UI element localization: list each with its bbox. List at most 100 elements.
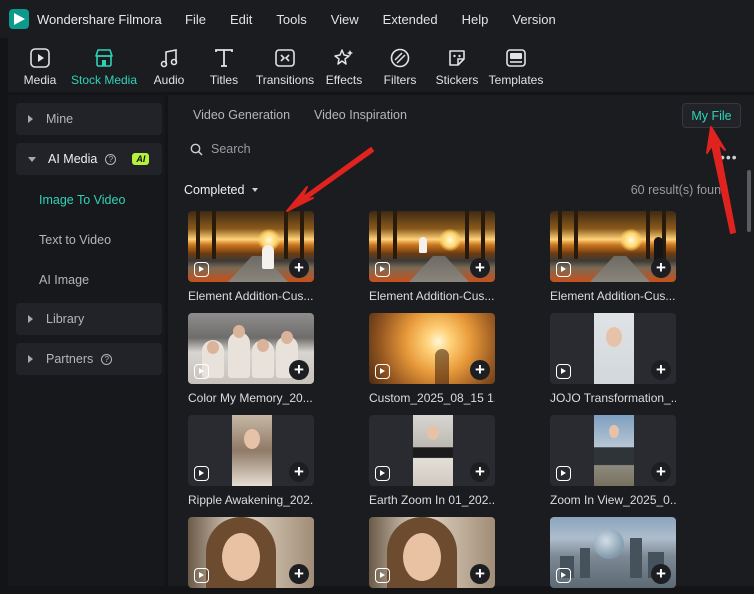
titles-icon	[212, 46, 236, 70]
title-bar: Wondershare Filmora File Edit Tools View…	[0, 0, 754, 38]
video-type-icon	[375, 568, 390, 583]
add-to-timeline-button[interactable]: +	[651, 462, 671, 482]
menu-version[interactable]: Version	[512, 12, 555, 27]
sidebar-item-ai-media[interactable]: AI Media ? AI	[16, 143, 162, 175]
card-title: JOJO Transformation_...	[550, 391, 676, 405]
sidebar-item-partners[interactable]: Partners ?	[16, 343, 162, 375]
filters-icon	[388, 46, 412, 70]
video-thumbnail[interactable]: +	[369, 517, 495, 588]
video-type-icon	[194, 466, 209, 481]
card-title: Element Addition-Cus...	[369, 289, 495, 303]
add-to-timeline-button[interactable]: +	[289, 360, 309, 380]
caret-right-icon	[28, 115, 33, 123]
media-card[interactable]: +	[550, 517, 676, 588]
tool-stickers[interactable]: Stickers	[435, 38, 479, 92]
scrollbar-thumb[interactable]	[747, 170, 751, 232]
video-type-icon	[194, 568, 209, 583]
video-thumbnail[interactable]: +	[369, 211, 495, 282]
sidebar-item-mine[interactable]: Mine	[16, 103, 162, 135]
video-type-icon	[194, 364, 209, 379]
add-to-timeline-button[interactable]: +	[470, 258, 490, 278]
menu-file[interactable]: File	[185, 12, 206, 27]
add-to-timeline-button[interactable]: +	[470, 462, 490, 482]
video-thumbnail[interactable]: +	[550, 517, 676, 588]
media-card[interactable]: +	[188, 517, 314, 588]
add-to-timeline-button[interactable]: +	[289, 462, 309, 482]
chevron-down-icon	[252, 188, 259, 192]
result-count: 60 result(s) found	[630, 183, 728, 197]
tool-templates[interactable]: Templates	[488, 38, 544, 92]
video-thumbnail[interactable]: +	[369, 313, 495, 384]
card-title: Earth Zoom In 01_202...	[369, 493, 495, 507]
video-thumbnail[interactable]: +	[550, 415, 676, 486]
video-thumbnail[interactable]: +	[369, 415, 495, 486]
tool-audio[interactable]: Audio	[150, 38, 188, 92]
caret-right-icon	[28, 355, 33, 363]
tool-transitions[interactable]: Transitions	[255, 38, 315, 92]
add-to-timeline-button[interactable]: +	[651, 258, 671, 278]
media-card[interactable]: + Custom_2025_08_15 1...	[369, 313, 495, 405]
video-thumbnail[interactable]: +	[550, 211, 676, 282]
sidebar-item-library[interactable]: Library	[16, 303, 162, 335]
video-type-icon	[375, 262, 390, 277]
tool-media[interactable]: Media	[20, 38, 60, 92]
search-input[interactable]	[211, 142, 411, 156]
menu-help[interactable]: Help	[462, 12, 489, 27]
stickers-icon	[445, 46, 469, 70]
tool-filters[interactable]: Filters	[382, 38, 418, 92]
more-options-icon[interactable]: •••	[720, 149, 738, 165]
status-filter-dropdown[interactable]: Completed	[184, 183, 259, 197]
video-type-icon	[556, 568, 571, 583]
video-type-icon	[556, 466, 571, 481]
media-card[interactable]: + JOJO Transformation_...	[550, 313, 676, 405]
help-icon[interactable]: ?	[101, 353, 113, 365]
media-card[interactable]: + Color My Memory_20...	[188, 313, 314, 405]
menu-view[interactable]: View	[331, 12, 359, 27]
sidebar-item-image-to-video[interactable]: Image To Video	[39, 193, 125, 207]
search-icon	[190, 143, 203, 156]
media-card[interactable]: + Element Addition-Cus...	[369, 211, 495, 303]
sidebar-item-ai-image[interactable]: AI Image	[39, 273, 89, 287]
add-to-timeline-button[interactable]: +	[289, 258, 309, 278]
video-type-icon	[556, 262, 571, 277]
add-to-timeline-button[interactable]: +	[651, 564, 671, 584]
menu-tools[interactable]: Tools	[276, 12, 306, 27]
caret-down-icon	[28, 156, 36, 162]
menu-edit[interactable]: Edit	[230, 12, 252, 27]
media-card[interactable]: +	[369, 517, 495, 588]
video-thumbnail[interactable]: +	[188, 211, 314, 282]
card-title: Element Addition-Cus...	[188, 289, 314, 303]
card-title: Element Addition-Cus...	[550, 289, 676, 303]
add-to-timeline-button[interactable]: +	[651, 360, 671, 380]
caret-right-icon	[28, 315, 33, 323]
module-toolbar: Media Stock Media Audio Titles Transitio…	[8, 38, 754, 92]
media-card[interactable]: + Earth Zoom In 01_202...	[369, 415, 495, 507]
menu-extended[interactable]: Extended	[383, 12, 438, 27]
filmora-logo-icon	[9, 9, 29, 29]
video-thumbnail[interactable]: +	[188, 313, 314, 384]
effects-icon	[332, 46, 356, 70]
media-card[interactable]: + Zoom In View_2025_0...	[550, 415, 676, 507]
help-icon[interactable]: ?	[105, 153, 117, 165]
my-file-button[interactable]: My File	[682, 103, 741, 128]
stock-media-icon	[92, 46, 116, 70]
tab-video-generation[interactable]: Video Generation	[193, 108, 290, 122]
tool-effects[interactable]: Effects	[324, 38, 364, 92]
video-thumbnail[interactable]: +	[188, 517, 314, 588]
add-to-timeline-button[interactable]: +	[289, 564, 309, 584]
search-bar	[190, 142, 411, 156]
media-card[interactable]: + Element Addition-Cus...	[188, 211, 314, 303]
add-to-timeline-button[interactable]: +	[470, 564, 490, 584]
video-type-icon	[375, 466, 390, 481]
sidebar-item-text-to-video[interactable]: Text to Video	[39, 233, 111, 247]
ai-badge: AI	[132, 153, 150, 165]
video-thumbnail[interactable]: +	[188, 415, 314, 486]
media-card[interactable]: + Element Addition-Cus...	[550, 211, 676, 303]
tab-video-inspiration[interactable]: Video Inspiration	[314, 108, 407, 122]
tool-titles[interactable]: Titles	[206, 38, 242, 92]
add-to-timeline-button[interactable]: +	[470, 360, 490, 380]
video-thumbnail[interactable]: +	[550, 313, 676, 384]
card-title: Ripple Awakening_202...	[188, 493, 314, 507]
media-card[interactable]: + Ripple Awakening_202...	[188, 415, 314, 507]
tool-stock-media[interactable]: Stock Media	[69, 38, 139, 92]
